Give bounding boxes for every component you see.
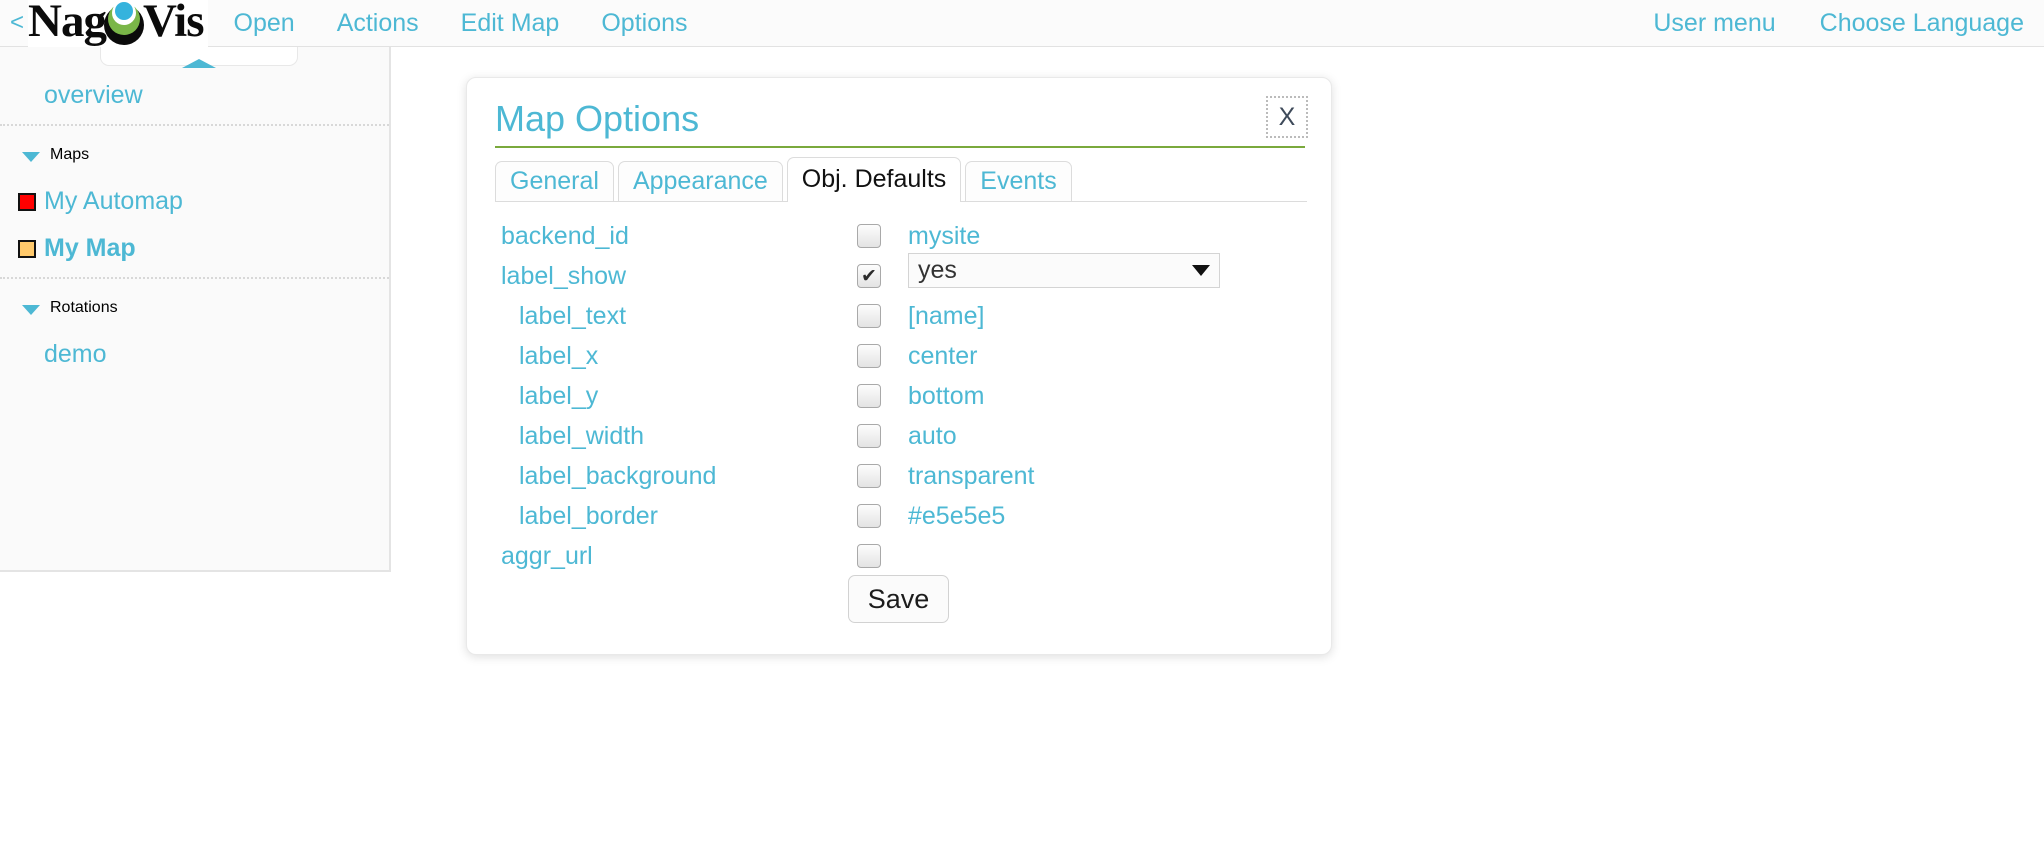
sidebar-item-my-map[interactable]: My Map xyxy=(0,225,389,272)
field-checkbox[interactable] xyxy=(857,304,881,328)
form-row-label-border: label_border #e5e5e5 xyxy=(467,496,1333,536)
field-label: label_x xyxy=(519,342,598,371)
sidebar-group-label: Rotations xyxy=(50,299,118,317)
sidebar-item-demo[interactable]: demo xyxy=(0,331,389,378)
sidebar-item-my-automap[interactable]: My Automap xyxy=(0,178,389,225)
sidebar-group-maps[interactable]: Maps xyxy=(0,131,389,178)
sidebar-item-label: demo xyxy=(44,340,107,369)
nav-item-actions[interactable]: Actions xyxy=(337,9,419,38)
tab-events[interactable]: Events xyxy=(965,161,1071,201)
tab-general[interactable]: General xyxy=(495,161,614,201)
field-value[interactable]: mysite xyxy=(908,222,980,251)
triangle-down-icon xyxy=(22,152,40,162)
select-value: yes xyxy=(918,256,1192,285)
close-icon[interactable]: X xyxy=(1265,95,1309,139)
field-checkbox[interactable] xyxy=(857,344,881,368)
field-checkbox[interactable] xyxy=(857,424,881,448)
tab-appearance[interactable]: Appearance xyxy=(618,161,783,201)
field-checkbox[interactable] xyxy=(857,504,881,528)
sidebar: overview Maps My Automap My Map Rotation… xyxy=(0,47,391,572)
dialog-accent-rule xyxy=(495,146,1305,148)
field-label: label_background xyxy=(519,462,716,491)
field-value[interactable]: center xyxy=(908,342,977,371)
map-options-dialog: Map Options X General Appearance Obj. De… xyxy=(466,77,1332,655)
form-row-label-x: label_x center xyxy=(467,336,1333,376)
form-row-label-y: label_y bottom xyxy=(467,376,1333,416)
chevron-up-icon xyxy=(182,59,216,68)
sidebar-item-overview[interactable]: overview xyxy=(0,72,389,119)
field-checkbox[interactable] xyxy=(857,224,881,248)
chevron-down-icon xyxy=(1192,265,1210,276)
save-button[interactable]: Save xyxy=(848,575,949,623)
field-label: label_text xyxy=(519,302,626,331)
field-label: label_show xyxy=(501,262,626,291)
form-row-label-text: label_text [name] xyxy=(467,296,1333,336)
form-row-label-background: label_background transparent xyxy=(467,456,1333,496)
sidebar-divider xyxy=(0,277,389,279)
state-square-icon xyxy=(18,193,36,211)
field-label: label_border xyxy=(519,502,658,531)
field-label: label_y xyxy=(519,382,598,411)
sidebar-item-label: My Automap xyxy=(44,187,183,216)
sidebar-group-rotations[interactable]: Rotations xyxy=(0,284,389,331)
header-right-nav: User menu Choose Language xyxy=(1653,9,2024,38)
field-checkbox[interactable] xyxy=(857,544,881,568)
form-row-label-show: label_show ✔ yes xyxy=(467,256,1333,296)
dialog-tabs: General Appearance Obj. Defaults Events xyxy=(495,160,1307,202)
form-row-aggr-url: aggr_url xyxy=(467,536,1333,576)
tab-obj-defaults[interactable]: Obj. Defaults xyxy=(787,157,962,201)
sidebar-divider xyxy=(0,124,389,126)
label-show-select[interactable]: yes xyxy=(908,253,1220,288)
field-value[interactable]: auto xyxy=(908,422,957,451)
field-label: backend_id xyxy=(501,222,629,251)
obj-defaults-form: backend_id mysite label_show ✔ yes label… xyxy=(467,216,1333,576)
logo-text-right: Vis xyxy=(143,0,204,43)
form-row-backend-id: backend_id mysite xyxy=(467,216,1333,256)
triangle-down-icon xyxy=(22,305,40,315)
page-root: < Nag Vis Open Actions Edit Map Options … xyxy=(0,0,2044,856)
nav-item-options[interactable]: Options xyxy=(601,9,687,38)
sidebar-group-label: Maps xyxy=(50,146,89,164)
sidebar-collapse-toggle[interactable] xyxy=(100,46,298,66)
field-checkbox[interactable] xyxy=(857,464,881,488)
logo-text-left: Nag xyxy=(28,0,106,43)
dialog-title: Map Options xyxy=(495,98,699,140)
field-value[interactable]: transparent xyxy=(908,462,1034,491)
top-header: < Nag Vis Open Actions Edit Map Options … xyxy=(0,0,2044,47)
field-checkbox[interactable]: ✔ xyxy=(857,264,881,288)
field-value[interactable]: #e5e5e5 xyxy=(908,502,1005,531)
field-value[interactable]: bottom xyxy=(908,382,984,411)
nav-item-user-menu[interactable]: User menu xyxy=(1653,9,1775,38)
field-label: label_width xyxy=(519,422,644,451)
nagvis-logo[interactable]: Nag Vis xyxy=(28,0,208,47)
chevron-left-icon[interactable]: < xyxy=(10,11,24,35)
field-value[interactable]: [name] xyxy=(908,302,984,331)
nav-item-open[interactable]: Open xyxy=(234,9,295,38)
nagvis-logo-mark xyxy=(102,2,146,46)
sidebar-item-label: My Map xyxy=(44,234,136,263)
state-square-icon xyxy=(18,240,36,258)
field-label: aggr_url xyxy=(501,542,593,571)
nav-item-choose-language[interactable]: Choose Language xyxy=(1820,9,2024,38)
main-nav: Open Actions Edit Map Options xyxy=(234,9,688,38)
sidebar-item-label: overview xyxy=(44,81,143,110)
form-row-label-width: label_width auto xyxy=(467,416,1333,456)
field-checkbox[interactable] xyxy=(857,384,881,408)
nav-item-edit-map[interactable]: Edit Map xyxy=(461,9,560,38)
